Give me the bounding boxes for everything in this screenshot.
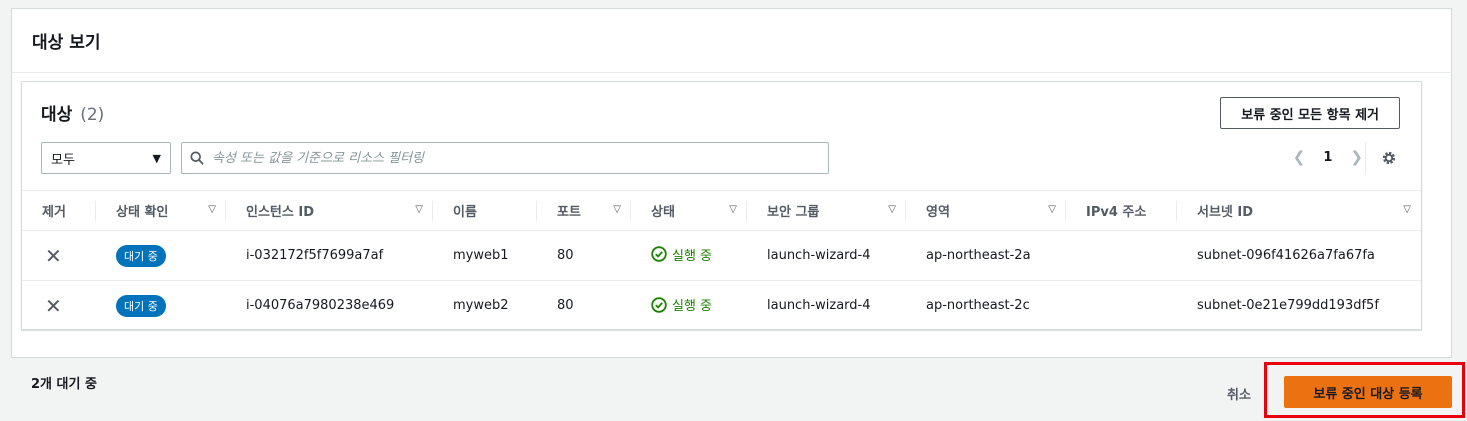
running-status: 실행 중 xyxy=(651,245,712,264)
zone-cell: ap-northeast-2c xyxy=(926,298,1030,314)
state-cell: 실행 중 xyxy=(631,230,747,281)
col-zone[interactable]: 영역 ▽ xyxy=(906,190,1066,231)
filter-select-value: 모두 xyxy=(51,152,75,168)
table-row: ✕ 대기 중 i-032172f5f7699a7af myweb1 80 실행 … xyxy=(22,230,1421,281)
pending-count: 2개 대기 중 xyxy=(31,377,97,392)
table-row: ✕ 대기 중 i-04076a7980238e469 myweb2 80 실행 … xyxy=(22,281,1421,331)
check-circle-icon xyxy=(651,246,667,262)
sort-icon: ▽ xyxy=(888,204,896,215)
targets-title-text: 대상 xyxy=(41,105,73,125)
check-circle-icon xyxy=(651,296,667,313)
col-health[interactable]: 상태 확인 ▽ xyxy=(96,190,226,231)
subnet-cell: subnet-0e21e799dd193df5f xyxy=(1197,298,1379,314)
instance-id-cell: i-032172f5f7699a7af xyxy=(226,230,433,281)
zone-cell: ap-northeast-2a xyxy=(906,230,1066,281)
sort-icon: ▽ xyxy=(1403,204,1411,215)
col-remove: 제거 xyxy=(22,190,96,231)
status-badge: 대기 중 xyxy=(116,294,166,317)
gear-icon[interactable] xyxy=(1381,150,1397,166)
remove-all-pending-button[interactable]: 보류 중인 모든 항목 제거 xyxy=(1220,97,1400,129)
col-security-group[interactable]: 보안 그룹 ▽ xyxy=(747,190,906,231)
col-state[interactable]: 상태 ▽ xyxy=(631,190,747,231)
targets-title: 대상 (2) xyxy=(41,100,104,125)
filter-select[interactable]: 모두 ▼ xyxy=(41,142,171,174)
targets-table-container: 대상 (2) 보류 중인 모든 항목 제거 모두 ▼ ❮ 1 ❯ 제거 상태 확… xyxy=(21,81,1422,330)
table-header-row: 제거 상태 확인 ▽ 인스턴스 ID ▽ 이름 포트 ▽ 상태 ▽ 보안 그룹 ▽ 영역 ▽… xyxy=(22,190,1421,231)
remove-cell: ✕ xyxy=(22,281,96,331)
col-ipv4: IPv4 주소 xyxy=(1066,190,1177,231)
remove-cell: ✕ xyxy=(22,230,96,281)
targets-count: (2) xyxy=(80,105,105,125)
sort-icon: ▽ xyxy=(1048,204,1056,215)
ipv4-cell xyxy=(1066,281,1177,331)
ipv4-cell xyxy=(1066,230,1177,281)
pager-divider xyxy=(1365,142,1366,174)
close-icon[interactable]: ✕ xyxy=(42,294,62,318)
close-icon[interactable]: ✕ xyxy=(42,244,62,268)
health-cell: 대기 중 xyxy=(96,281,226,331)
search-icon xyxy=(190,151,204,165)
running-status: 실행 중 xyxy=(651,295,712,314)
col-name: 이름 xyxy=(433,190,537,231)
name-cell: myweb2 xyxy=(453,298,509,314)
panel-header: 대상 보기 xyxy=(12,9,1451,73)
port-cell: 80 xyxy=(537,230,631,281)
targets-table: 제거 상태 확인 ▽ 인스턴스 ID ▽ 이름 포트 ▽ 상태 ▽ 보안 그룹 ▽ 영역 ▽… xyxy=(22,190,1421,331)
security-group-cell: launch-wizard-4 xyxy=(767,298,871,314)
state-cell: 실행 중 xyxy=(631,281,747,331)
instance-id-cell: i-04076a7980238e469 xyxy=(246,298,395,314)
chevron-left-icon[interactable]: ❮ xyxy=(1293,148,1306,166)
port-cell: 80 xyxy=(557,298,574,314)
col-port[interactable]: 포트 ▽ xyxy=(537,190,631,231)
search-box[interactable] xyxy=(181,142,829,174)
col-subnet-id[interactable]: 서브넷 ID ▽ xyxy=(1177,190,1421,231)
name-cell: myweb1 xyxy=(433,230,537,281)
security-group-cell: launch-wizard-4 xyxy=(747,230,906,281)
cancel-button[interactable]: 취소 xyxy=(1227,384,1251,403)
subnet-cell: subnet-096f41626a7fa67fa xyxy=(1177,230,1421,281)
page-number[interactable]: 1 xyxy=(1323,150,1332,165)
status-badge: 대기 중 xyxy=(116,244,166,267)
panel-title: 대상 보기 xyxy=(32,33,101,53)
health-cell: 대기 중 xyxy=(96,230,226,281)
pagination: ❮ 1 ❯ xyxy=(1293,148,1363,166)
sort-icon: ▽ xyxy=(208,204,216,215)
caret-down-icon: ▼ xyxy=(152,151,161,165)
sort-icon: ▽ xyxy=(729,204,737,215)
chevron-right-icon[interactable]: ❯ xyxy=(1350,148,1363,166)
col-instance-id[interactable]: 인스턴스 ID ▽ xyxy=(226,190,433,231)
sort-icon: ▽ xyxy=(415,204,423,215)
sort-icon: ▽ xyxy=(613,204,621,215)
search-input[interactable] xyxy=(212,150,812,166)
register-pending-targets-button[interactable]: 보류 중인 대상 등록 xyxy=(1284,376,1452,408)
